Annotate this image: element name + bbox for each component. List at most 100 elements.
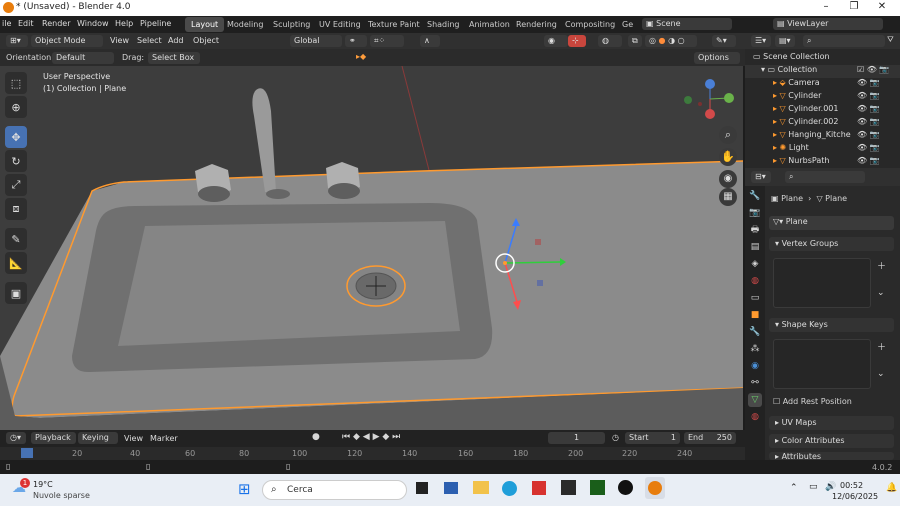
tab-shading[interactable]: Shading [421,17,466,32]
outliner-editor-type-icon[interactable]: ☰▾ [751,35,771,47]
snap-icon[interactable]: ⌗⁘ [370,35,404,47]
outliner-search[interactable]: ⌕ [803,35,885,47]
gizmo-plane-handle-1[interactable] [535,239,541,245]
start-frame-field[interactable]: Start 1 [625,432,680,444]
app-icon-green[interactable] [590,480,605,495]
modifier-tab-icon[interactable]: 🔧 [748,325,762,339]
properties-editor-type-icon[interactable]: ⊟▾ [751,171,771,183]
zoom-icon[interactable]: ⌕ [719,126,737,144]
visibility-icons[interactable]: 👁 📷 [857,143,880,152]
weather-desc[interactable]: Nuvole sparse [33,491,90,500]
attributes-panel-header[interactable]: ▸ Attributes [769,452,894,460]
volume-icon[interactable]: 🔊 [825,482,836,492]
tab-sculpting[interactable]: Sculpting [267,17,316,32]
collection-expand-icon[interactable]: ▾ ▭ [745,65,778,74]
app-icon-red[interactable] [532,481,546,495]
tray-chevron-icon[interactable]: ⌃ [790,483,798,493]
visibility-icons[interactable]: 👁 📷 [857,156,880,165]
menu-view[interactable]: View [110,36,129,45]
menu-file[interactable]: ile [2,19,11,28]
jump-end-icon[interactable]: ⏭ [392,432,400,442]
minimize-icon[interactable]: – [812,1,840,15]
add-cube-tool-icon[interactable]: ▣ [5,282,27,304]
task-view-icon[interactable] [416,482,428,494]
visibility-icon[interactable]: ◉ [544,35,568,47]
play-icon[interactable]: ▶ [373,432,380,442]
editor-type-icon[interactable]: ⊞▾ [6,35,28,47]
solid-shading-icon[interactable]: ● [659,36,666,45]
outliner-collection[interactable]: ▾ ▭ Collection ☑ 👁 📷 [745,65,900,78]
menu-object[interactable]: Object [193,36,219,45]
add-rest-position-checkbox[interactable]: ☐ Add Rest Position [773,397,852,406]
orientation-select[interactable]: Default [52,52,114,64]
maximize-icon[interactable]: ❐ [840,1,868,15]
nav-neg-y-icon[interactable] [684,96,692,104]
wireframe-shading-icon[interactable]: ◎ [649,36,656,45]
outliner-item-cylinder-002[interactable]: ▸ ▽ Cylinder.002 👁 📷 [773,117,900,130]
timeline-editor-type-icon[interactable]: ◷▾ [6,432,26,444]
filter-icon[interactable]: ⛛ [887,35,894,45]
overlay-icon[interactable]: ◍ [598,35,622,47]
unreal-engine-icon[interactable] [618,480,633,495]
add-vertex-group-icon[interactable]: ＋ [877,259,886,272]
windows-start-icon[interactable]: ⊞ [238,480,251,498]
play-reverse-icon[interactable]: ◀ [363,432,370,442]
gizmo-toggle-icon[interactable]: ⊹ [568,35,586,47]
blender-taskbar-button[interactable] [645,477,665,499]
vertex-groups-list[interactable] [773,258,871,308]
visibility-icons[interactable]: 👁 📷 [857,130,880,139]
proportional-edit-icon[interactable]: ∧ [420,35,440,47]
nav-x-icon[interactable] [705,109,715,119]
next-key-icon[interactable]: ◆ [382,432,389,442]
jump-start-icon[interactable]: ⏮ [342,432,350,442]
weather-temp[interactable]: 19°C [33,480,53,489]
taskbar-search[interactable]: ⌕ Cerca [262,480,407,500]
pivot-icon[interactable]: ⚭ [345,35,367,47]
clock-date[interactable]: 12/06/2025 [832,492,878,501]
rotate-tool-icon[interactable]: ↻ [5,150,27,172]
particles-tab-icon[interactable]: ⁂ [748,342,762,356]
timeline-marker-menu[interactable]: Marker [150,434,178,443]
current-frame-field[interactable]: 1 [548,432,605,444]
outliner-item-cylinder-001[interactable]: ▸ ▽ Cylinder.001 👁 📷 [773,104,900,117]
visibility-icons[interactable]: 👁 📷 [857,104,880,113]
outliner-item-hanging-kitchen[interactable]: ▸ ▽ Hanging_Kitche 👁 📷 [773,130,900,143]
cursor-tool-icon[interactable]: ⊕ [5,96,27,118]
scale-tool-icon[interactable]: ⤢ [5,174,27,196]
scene-selector[interactable]: ▣ Scene [642,18,732,30]
properties-search[interactable]: ⌕ [785,171,865,183]
tab-texture-paint[interactable]: Texture Paint [362,17,426,32]
tab-rendering[interactable]: Rendering [510,17,563,32]
uv-maps-panel-header[interactable]: ▸ UV Maps [769,416,894,430]
mode-select[interactable]: Object Mode [31,35,103,47]
material-tab-icon[interactable]: ◍ [748,410,762,424]
3d-viewport[interactable]: User Perspective (1) Collection | Plane … [0,66,743,430]
shading-modes[interactable]: ◎ ● ◑ ○ [645,35,697,47]
vertex-group-menu-icon[interactable]: ⌄ [877,288,885,298]
outliner-item-light[interactable]: ▸ ✺ Light 👁 📷 [773,143,900,156]
keying-menu[interactable]: Keying [78,432,118,444]
file-explorer-icon[interactable] [473,481,489,494]
annotate-tool-icon[interactable]: ✎ [5,228,27,250]
edge-icon[interactable] [502,481,517,496]
menu-help[interactable]: Help [115,19,133,28]
shape-keys-panel-header[interactable]: ▾ Shape Keys [769,318,894,332]
transform-orientation-select[interactable]: Global [290,35,342,47]
data-tab-icon[interactable]: ▽ [748,393,762,407]
physics-tab-icon[interactable]: ◉ [748,359,762,373]
record-icon[interactable]: ● [312,432,320,442]
render-tab-icon[interactable]: 📷 [748,206,762,220]
playhead[interactable] [21,448,33,458]
network-icon[interactable]: ▭ [809,482,818,492]
rendered-shading-icon[interactable]: ○ [678,36,685,45]
collection-tab-icon[interactable]: ▭ [748,291,762,305]
viewport-scene[interactable] [0,66,743,430]
menu-edit[interactable]: Edit [18,19,34,28]
scene-tab-icon[interactable]: ◈ [748,257,762,271]
menu-render[interactable]: Render [42,19,70,28]
shape-keys-list[interactable] [773,339,871,389]
world-tab-icon[interactable]: ◍ [748,274,762,288]
outliner-item-cylinder[interactable]: ▸ ▽ Cylinder 👁 📷 [773,91,900,104]
timeline-view-menu[interactable]: View [124,434,143,443]
menu-pipeline[interactable]: Pipeline [140,19,171,28]
